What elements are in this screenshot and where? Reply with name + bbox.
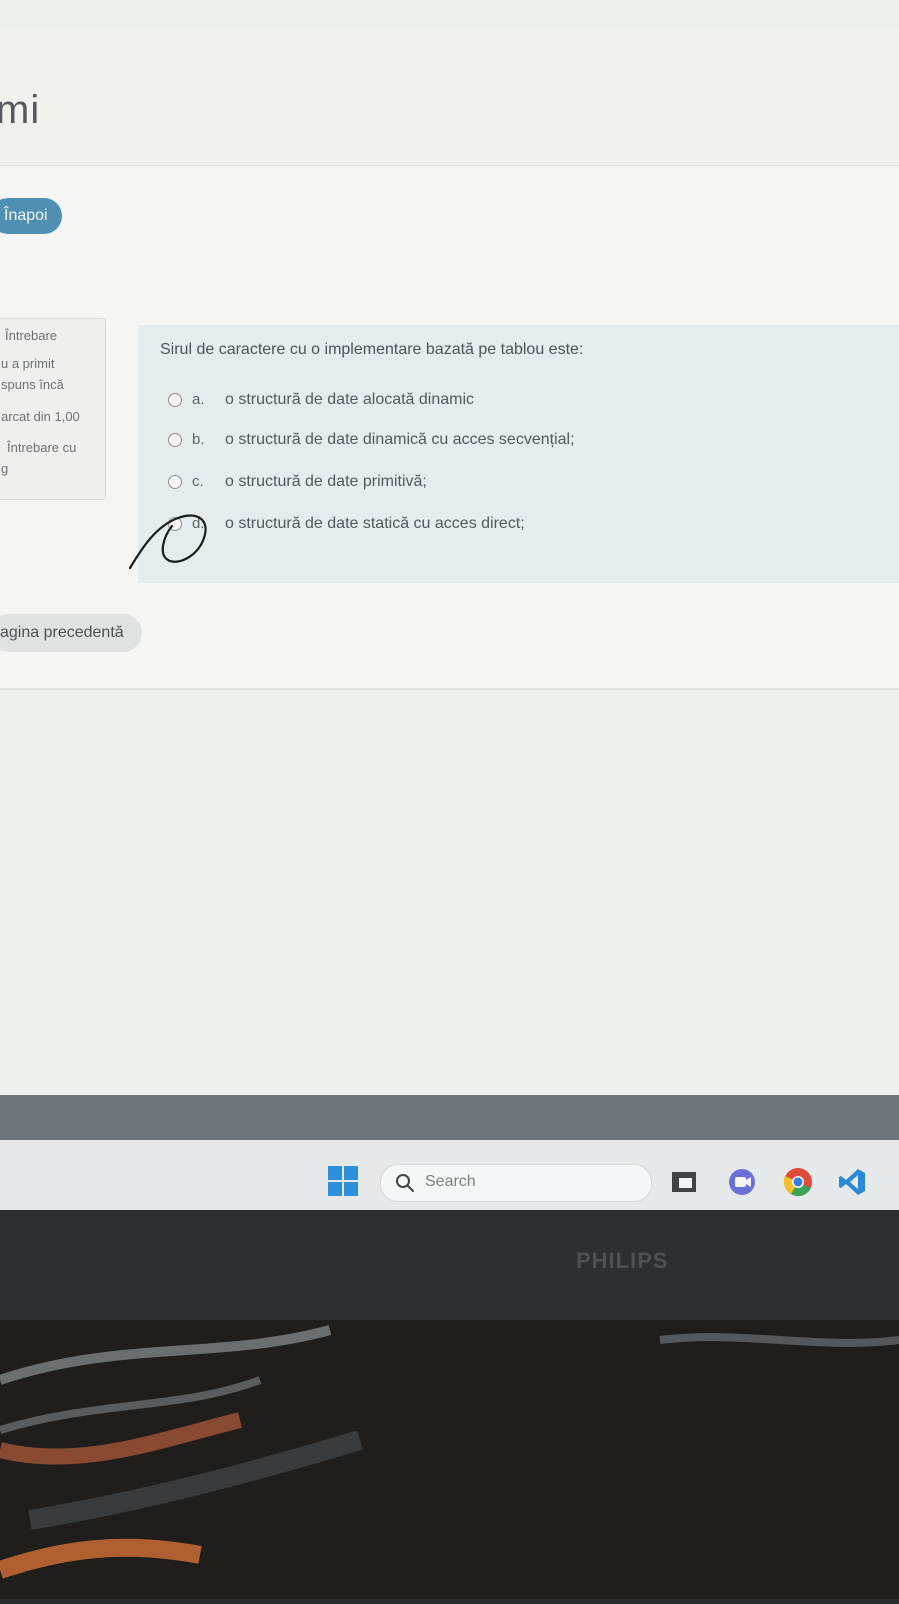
desk-background	[0, 1320, 899, 1599]
chrome-icon[interactable]	[782, 1166, 814, 1198]
monitor-bezel: PHILIPS	[0, 1210, 899, 1320]
back-button[interactable]: Înapoi	[0, 198, 62, 234]
pen-annotation-circle	[128, 514, 207, 570]
question-info-panel: Întrebare u a primit spuns încă arcat di…	[0, 318, 106, 500]
answer-text[interactable]: o structură de date primitivă;	[225, 473, 427, 491]
answer-text[interactable]: o structură de date alocată dinamic	[225, 391, 474, 409]
answer-text[interactable]: o structură de date statică cu acces dir…	[225, 515, 525, 533]
info-status-line-1: u a primit	[1, 356, 55, 371]
monitor-screen: mi Înapoi Întrebare u a primit spuns înc…	[0, 0, 899, 1210]
previous-page-button[interactable]: agina precedentă	[0, 614, 142, 652]
answer-letter: c.	[192, 473, 204, 490]
info-mark-line: arcat din 1,00	[1, 409, 80, 424]
radio-button[interactable]	[168, 475, 182, 489]
search-icon	[396, 1174, 414, 1192]
windows-start-icon[interactable]	[328, 1166, 358, 1196]
question-box: Sirul de caractere cu o implementare baz…	[138, 325, 899, 583]
search-placeholder: Search	[425, 1173, 476, 1190]
info-flag-line-2: g	[1, 461, 9, 476]
flag-question-link[interactable]: Întrebare cu	[7, 440, 76, 455]
video-call-icon[interactable]	[726, 1166, 758, 1198]
vscode-icon[interactable]	[836, 1166, 868, 1198]
page-header: mi	[0, 30, 899, 166]
info-question-label: Întrebare	[5, 328, 58, 343]
radio-button[interactable]	[168, 433, 182, 447]
monitor-brand-logo: PHILIPS	[576, 1248, 669, 1273]
radio-button[interactable]	[168, 393, 182, 407]
file-explorer-icon[interactable]	[668, 1166, 700, 1198]
question-prompt: Sirul de caractere cu o implementare baz…	[160, 341, 584, 358]
screen-lower-band	[0, 1095, 899, 1140]
info-status-line-2: spuns încă	[1, 377, 64, 392]
desk-cables	[0, 1325, 899, 1579]
answer-letter: b.	[192, 431, 205, 448]
taskbar-search-box[interactable]: Search	[380, 1164, 652, 1202]
page-title: mi	[0, 88, 41, 132]
answer-text[interactable]: o structură de date dinamică cu acces se…	[225, 431, 575, 449]
answer-letter: a.	[192, 391, 205, 408]
